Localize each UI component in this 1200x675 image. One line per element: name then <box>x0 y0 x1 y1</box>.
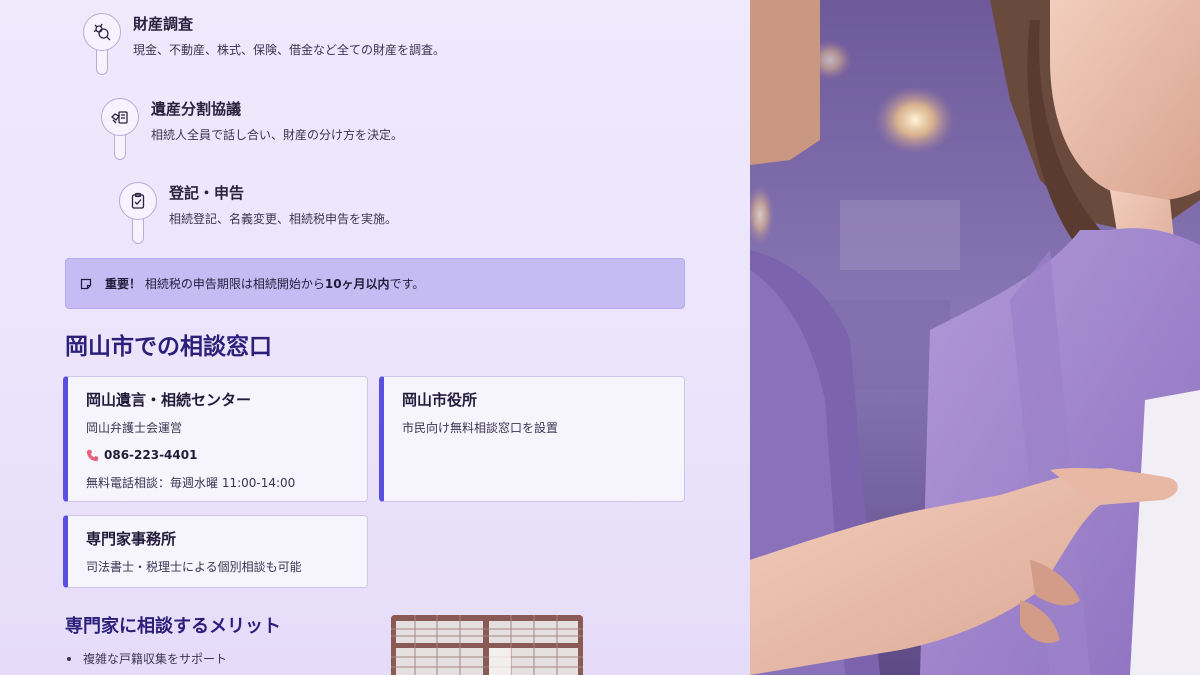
notice-text-end: です。 <box>389 277 425 291</box>
content-panel: 財産調査 現金、不動産、株式、保険、借金など全ての財産を調査。 遺産分割協議 相… <box>0 0 750 675</box>
card-title: 専門家事務所 <box>86 530 177 548</box>
card-title: 岡山市役所 <box>402 391 478 409</box>
consult-heading: 岡山市での相談窓口 <box>65 334 272 360</box>
clipboard-check-icon <box>119 182 157 220</box>
card-subtitle: 司法書士・税理士による個別相談も可能 <box>86 560 302 574</box>
card-subtitle: 岡山弁護士会運営 <box>86 421 183 435</box>
notice-deadline: 10ヶ月以内 <box>324 277 390 291</box>
step-description: 現金、不動産、株式、保険、借金など全ての財産を調査。 <box>133 43 446 57</box>
step-pin <box>119 182 157 246</box>
phone-icon <box>86 449 99 461</box>
card-subtitle: 市民向け無料相談窓口を設置 <box>402 421 559 435</box>
handshake-document-icon <box>101 98 139 136</box>
card-okayama-city-hall[interactable]: 岡山市役所 市民向け無料相談窓口を設置 <box>379 376 685 502</box>
magnifier-asset-icon <box>83 13 121 51</box>
step-title: 遺産分割協議 <box>151 100 242 118</box>
step-title: 財産調査 <box>133 15 194 33</box>
important-notice: 重要！ 相続税の申告期限は相続開始から 10ヶ月以内 です。 <box>65 258 685 309</box>
step-pin <box>101 98 139 162</box>
step-description: 相続人全員で話し合い、財産の分け方を決定。 <box>151 128 404 142</box>
notice-label: 重要！ <box>105 277 142 291</box>
phone-number[interactable]: 086-223-4401 <box>86 448 367 462</box>
card-note: 無料電話相談：毎週水曜 11:00-14:00 <box>86 476 296 490</box>
step-pin <box>83 13 121 77</box>
notice-text: 相続税の申告期限は相続開始から <box>144 277 325 291</box>
card-expert-office[interactable]: 専門家事務所 司法書士・税理士による個別相談も可能 <box>63 515 368 588</box>
card-title: 岡山遺言・相続センター <box>86 391 252 409</box>
step-description: 相続登記、名義変更、相続税申告を実施。 <box>169 212 398 226</box>
list-item: 複雑な戸籍収集をサポート <box>65 650 227 667</box>
note-icon <box>80 278 92 289</box>
card-okayama-center[interactable]: 岡山遺言・相続センター 岡山弁護士会運営 086-223-4401 無料電話相談… <box>63 376 368 502</box>
consultation-photo <box>750 0 1200 675</box>
step-title: 登記・申告 <box>169 184 245 202</box>
merits-heading: 専門家に相談するメリット <box>65 616 281 637</box>
shoji-image <box>391 615 583 675</box>
